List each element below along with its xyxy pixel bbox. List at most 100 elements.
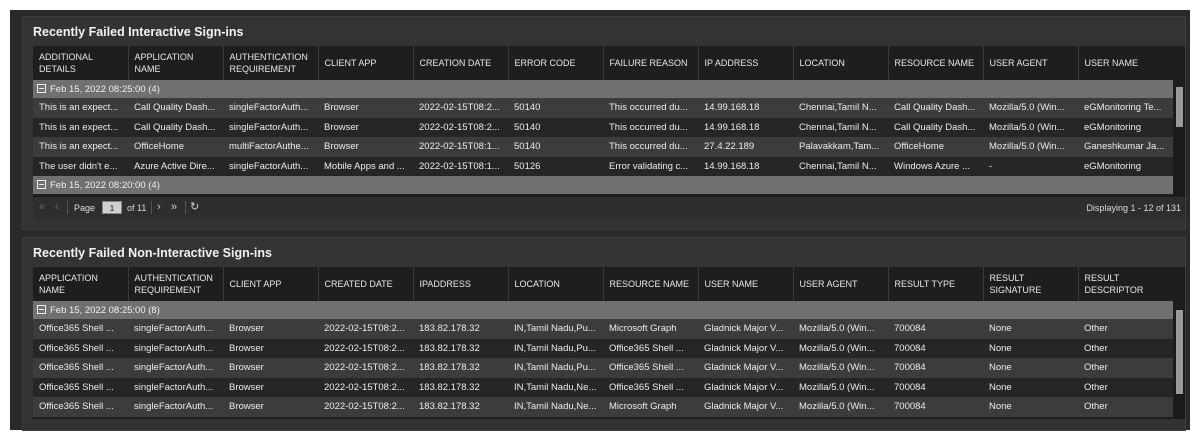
table-cell: OfficeHome [128, 137, 223, 157]
table-cell: 2022-02-15T08:2... [318, 358, 413, 378]
column-header-location[interactable]: LOCATION [508, 267, 604, 301]
collapse-group-icon[interactable] [37, 83, 46, 93]
collapse-group-icon[interactable] [37, 304, 46, 314]
column-header-user-agent[interactable]: USER AGENT [793, 267, 889, 301]
column-header-resource-name[interactable]: RESOURCE NAME [888, 46, 984, 80]
scrollbar-thumb[interactable] [1176, 310, 1183, 394]
chevron-right-icon[interactable]: › [157, 201, 161, 214]
column-header-authentication-requirement[interactable]: AUTHENTICATION REQUIREMENT [223, 46, 319, 80]
table-cell: Other [1078, 358, 1173, 378]
column-header-creation-date[interactable]: CREATION DATE [413, 46, 509, 80]
table-cell: None [983, 358, 1078, 378]
column-header-result-signature[interactable]: RESULT SIGNATURE [983, 267, 1079, 301]
table-cell: 14.99.168.18 [698, 98, 793, 118]
column-header-client-app[interactable]: CLIENT APP [318, 46, 414, 80]
table-cell: Browser [223, 377, 318, 397]
non-interactive-signins-grid: APPLICATION NAME AUTHENTICATION REQUIREM… [33, 267, 1185, 419]
table-cell: singleFactorAuth... [223, 98, 318, 118]
table-cell: Office365 Shell ... [603, 338, 698, 358]
column-header-client-app[interactable]: CLIENT APP [223, 267, 319, 301]
table-row[interactable]: Office365 Shell ... singleFactorAuth... Br… [33, 377, 1173, 397]
table-row[interactable]: This is an expect... OfficeHome multiFacto… [33, 137, 1173, 157]
double-chevron-left-icon[interactable]: « [39, 201, 45, 214]
interactive-signins-grid: ADDITIONAL DETAILS APPLICATION NAME AUTH… [33, 46, 1185, 219]
group-header[interactable]: Feb 15, 2022 08:25:00 (4) [33, 80, 1173, 98]
table-cell: eGMonitoring [1078, 156, 1173, 176]
table-cell: 50140 [508, 137, 603, 157]
scrollbar-thumb[interactable] [1176, 87, 1183, 127]
table-row[interactable]: The user didn't e... Azure Active Dire...… [33, 156, 1173, 176]
vertical-scrollbar[interactable] [1174, 308, 1185, 419]
table-cell: 2022-02-15T08:2... [318, 397, 413, 417]
table-cell: Azure Active Dire... [128, 156, 223, 176]
table-row[interactable]: Office365 Shell ... singleFactorAuth... Br… [33, 319, 1173, 339]
table-cell: Browser [318, 98, 413, 118]
table-cell: Mozilla/5.0 (Win... [793, 338, 888, 358]
table-cell: 14.99.168.18 [698, 156, 793, 176]
chevron-left-icon[interactable]: ‹ [55, 201, 59, 214]
column-header-created-date[interactable]: CREATED DATE [318, 267, 414, 301]
refresh-icon[interactable]: ↻ [190, 201, 199, 214]
header-row: APPLICATION NAME AUTHENTICATION REQUIREM… [33, 267, 1173, 301]
column-header-location[interactable]: LOCATION [793, 46, 889, 80]
table-cell: - [983, 156, 1078, 176]
table-cell: 50140 [508, 117, 603, 137]
table-cell: eGMonitoring [1078, 117, 1173, 137]
table-cell: Gladnick Major V... [698, 338, 793, 358]
group-header[interactable]: Feb 15, 2022 08:20:00 (4) [33, 176, 1173, 194]
table-cell: Gladnick Major V... [698, 377, 793, 397]
table-cell: Ganeshkumar Ja... [1078, 137, 1173, 157]
column-header-authentication-requirement[interactable]: AUTHENTICATION REQUIREMENT [128, 267, 224, 301]
table-cell: None [983, 319, 1078, 339]
table-cell: Chennai,Tamil N... [793, 117, 888, 137]
table-cell: 2022-02-15T08:2... [318, 338, 413, 358]
group-label: Feb 15, 2022 08:25:00 (8) [50, 304, 160, 316]
table-row[interactable]: This is an expect... Call Quality Dash...… [33, 117, 1173, 137]
table-cell: Browser [223, 358, 318, 378]
page-number-input[interactable] [102, 201, 122, 214]
table-cell: Windows Azure ... [888, 156, 983, 176]
table-cell: 27.4.22.189 [698, 137, 793, 157]
table-cell: 700084 [888, 358, 983, 378]
column-header-result-descriptor[interactable]: RESULT DESCRIPTOR [1078, 267, 1173, 301]
column-header-ipaddress[interactable]: IPADDRESS [413, 267, 509, 301]
group-header[interactable]: Feb 15, 2022 08:25:00 (8) [33, 301, 1173, 319]
table-cell: Browser [223, 338, 318, 358]
column-header-user-name[interactable]: USER NAME [698, 267, 794, 301]
table-cell: Office365 Shell ... [33, 397, 128, 417]
column-header-additional-details[interactable]: ADDITIONAL DETAILS [33, 46, 129, 80]
table-cell: singleFactorAuth... [128, 377, 223, 397]
column-header-application-name[interactable]: APPLICATION NAME [33, 267, 129, 301]
vertical-scrollbar[interactable] [1174, 87, 1185, 199]
column-header-application-name[interactable]: APPLICATION NAME [128, 46, 224, 80]
table-cell: Mozilla/5.0 (Win... [983, 98, 1078, 118]
column-header-user-agent[interactable]: USER AGENT [983, 46, 1079, 80]
table-cell: Mozilla/5.0 (Win... [793, 397, 888, 417]
table-cell: 183.82.178.32 [413, 377, 508, 397]
header-row: ADDITIONAL DETAILS APPLICATION NAME AUTH… [33, 46, 1173, 80]
table-cell: 50140 [508, 98, 603, 118]
table-row[interactable]: This is an expect... Call Quality Dash...… [33, 98, 1173, 118]
column-header-resource-name[interactable]: RESOURCE NAME [603, 267, 699, 301]
double-chevron-right-icon[interactable]: » [171, 201, 177, 214]
table-row[interactable]: Office365 Shell ... singleFactorAuth... Br… [33, 358, 1173, 378]
column-header-user-name[interactable]: USER NAME [1078, 46, 1173, 80]
collapse-group-icon[interactable] [37, 179, 46, 189]
table-cell: Office365 Shell ... [33, 358, 128, 378]
table-cell: 14.99.168.18 [698, 117, 793, 137]
table-cell: 2022-02-15T08:2... [413, 98, 508, 118]
column-header-result-type[interactable]: RESULT TYPE [888, 267, 984, 301]
table-cell: multiFactorAuthe... [223, 137, 318, 157]
column-header-failure-reason[interactable]: FAILURE REASON [603, 46, 699, 80]
table-row[interactable]: Office365 Shell ... singleFactorAuth... Br… [33, 338, 1173, 358]
table-cell: Other [1078, 338, 1173, 358]
table-cell: 183.82.178.32 [413, 358, 508, 378]
panel-title: Recently Failed Interactive Sign-ins [33, 25, 244, 39]
table-cell: Call Quality Dash... [888, 98, 983, 118]
column-header-error-code[interactable]: ERROR CODE [508, 46, 604, 80]
table-row[interactable]: Office365 Shell ... singleFactorAuth... Br… [33, 397, 1173, 417]
column-header-ip-address[interactable]: IP ADDRESS [698, 46, 794, 80]
table-cell: 50126 [508, 156, 603, 176]
table-cell: The user didn't e... [33, 156, 128, 176]
pagination-toolbar: « ‹ Page of 11 › » ↻ Displaying 1 - 12 o… [33, 196, 1185, 219]
